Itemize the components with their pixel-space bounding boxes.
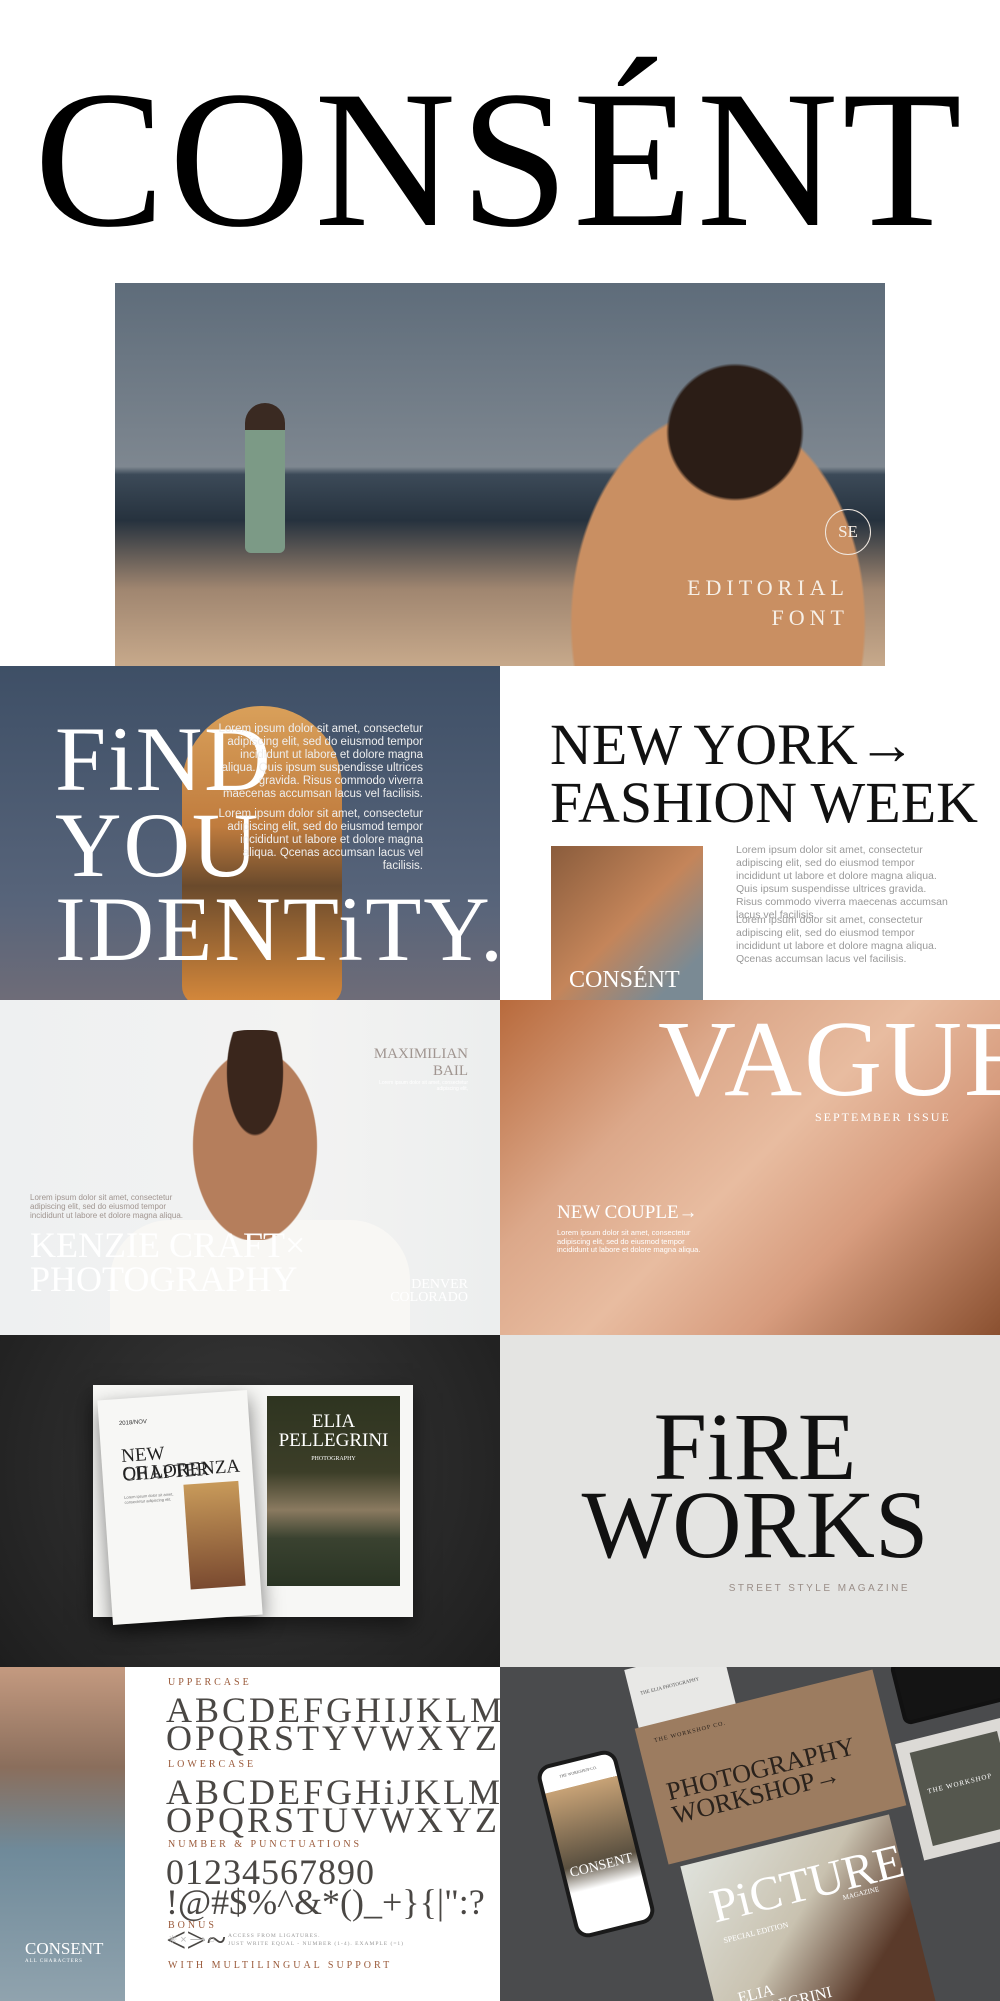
bonus-text-2: JUST WRITE EQUAL - NUMBER (1-4). EXAMPLE… <box>228 1941 405 1947</box>
name-subtext: Lorem ipsum dolor sit amet, consectetur … <box>379 1080 468 1092</box>
right-subtitle: PHOTOGRAPHY <box>311 1456 356 1462</box>
left-page: 2018/NOV NEW CHAPTER OF LORENZA Lorem ip… <box>97 1390 263 1625</box>
location-label: DENVER COLORADO <box>390 1278 468 1305</box>
strip-logo: CONSENT <box>25 1939 104 1958</box>
identity-heading: IDENTiTY. <box>55 878 500 980</box>
kenzie-title-2: PHOTOGRAPHY <box>30 1259 298 1299</box>
caption-line-1: EDITORIAL <box>687 575 849 600</box>
character-specimen-panel: CONSENT ALL CHARACTERS UPPERCASE ABCDEFG… <box>0 1667 500 2001</box>
bonus-glyphs: ✳ × ⟶ ○ <box>168 1934 216 1946</box>
kenzie-craft-panel: MAXIMILIAN BAIL Lorem ipsum dolor sit am… <box>0 1000 500 1335</box>
right-title-1: ELIA <box>311 1411 356 1432</box>
fashion-week-heading: FASHION WEEK <box>550 770 979 835</box>
bonus-text-1: ACCESS FROM LIGATURES. <box>228 1933 321 1939</box>
photo-card: THE WORKSHOP <box>895 1717 1000 1861</box>
location-line-2: COLORADO <box>390 1290 468 1305</box>
kraft-company: THE WORKSHOP CO. <box>653 1720 727 1745</box>
new-york-heading: NEW YORK→ <box>550 712 916 777</box>
se-badge: SE <box>825 509 871 555</box>
bonus-label: BONUS <box>168 1920 217 1931</box>
fireworks-panel: FiRE WORKS STREET STYLE MAGAZINE <box>500 1335 1000 1667</box>
card-text: THE ELIA PHOTOGRAPHY <box>639 1677 700 1697</box>
stationery-mockup-panel: THE ELIA PHOTOGRAPHY THE WORKSHOP CO. PH… <box>500 1667 1000 2001</box>
issue-date: 2018/NOV <box>118 1419 148 1428</box>
left-subtitle: Lorem ipsum dolor sit amet, consectetur … <box>123 1491 174 1505</box>
september-issue: SEPTEMBER ISSUE <box>815 1110 951 1124</box>
strip-subtitle: ALL CHARACTERS <box>25 1959 83 1964</box>
name-line-1: MAXIMILIAN <box>373 1046 468 1062</box>
hero-beach-photo: SE EDITORIAL FONT <box>115 283 885 666</box>
portrait-photo <box>180 1030 330 1240</box>
name-line-2: BAIL <box>433 1063 468 1079</box>
vague-magazine-panel: VAGUE SEPTEMBER ISSUE NEW COUPLE→ Lorem … <box>500 1000 1000 1335</box>
phone-header: THE WORKSHOP CO. <box>558 1764 598 1779</box>
portrait-photo <box>183 1480 246 1590</box>
right-page-photo: ELIA PELLEGRINI PHOTOGRAPHY <box>267 1396 400 1586</box>
uppercase-label: UPPERCASE <box>168 1677 252 1688</box>
numbers-label: NUMBER & PUNCTUATIONS <box>168 1839 363 1850</box>
editorial-font-caption: EDITORIAL FONT <box>687 573 849 633</box>
phone-screen: THE WORKSHOP CO. CONSENT <box>539 1752 653 1936</box>
woman-figure <box>245 403 285 553</box>
find-paragraph-2: Lorem ipsum dolor sit amet, consectetur … <box>218 808 423 872</box>
multilingual-label: WITH MULTILINGUAL SUPPORT <box>168 1960 393 1971</box>
kenzie-paragraph: Lorem ipsum dolor sit amet, consectetur … <box>30 1193 183 1220</box>
name-label: MAXIMILIAN BAIL <box>374 1046 468 1080</box>
tablet-mockup <box>889 1667 1000 1726</box>
image-logo: CONSÉNT <box>569 967 680 993</box>
ny-paragraph-1: Lorem ipsum dolor sit amet, consectetur … <box>736 844 948 921</box>
vague-paragraph: Lorem ipsum dolor sit amet, consectetur … <box>557 1228 701 1254</box>
new-york-fashion-week-panel: NEW YORK→ FASHION WEEK CONSÉNT Lorem ips… <box>500 666 1000 1000</box>
vague-title: VAGUE <box>658 1000 1000 1119</box>
open-magazine-panel: 2018/NOV NEW CHAPTER OF LORENZA Lorem ip… <box>0 1335 500 1667</box>
fireworks-subtitle: STREET STYLE MAGAZINE <box>728 1583 910 1594</box>
find-your-identity-panel: FiND YOU IDENTiTY. Lorem ipsum dolor sit… <box>0 666 500 1000</box>
works-heading: WORKS <box>581 1471 929 1578</box>
denim-photo-strip: CONSENT ALL CHARACTERS <box>0 1667 125 2001</box>
new-couple-heading: NEW COUPLE→ <box>557 1202 698 1223</box>
caption-line-2: FONT <box>771 605 849 630</box>
lowercase-row-2: OPQRSTUVWXYZ <box>166 1800 500 1840</box>
font-logo-title: CONSÉNT <box>34 51 966 268</box>
find-paragraph-1: Lorem ipsum dolor sit amet, consectetur … <box>218 723 423 800</box>
phone-logo: CONSENT <box>568 1850 635 1881</box>
uppercase-row-2: OPQRSTYVWXYZ <box>166 1718 500 1758</box>
fashion-photo: CONSÉNT <box>551 846 703 1000</box>
magazine-title: PiCTURE <box>704 1834 910 1934</box>
ny-paragraph-2: Lorem ipsum dolor sit amet, consectetur … <box>736 914 937 965</box>
lowercase-label: LOWERCASE <box>168 1759 257 1770</box>
kenzie-title-1: KENZIE CRAFT× <box>30 1225 306 1265</box>
right-title-2: PELLEGRINI <box>278 1430 389 1451</box>
phone-mockup: THE WORKSHOP CO. CONSENT <box>534 1747 658 1941</box>
